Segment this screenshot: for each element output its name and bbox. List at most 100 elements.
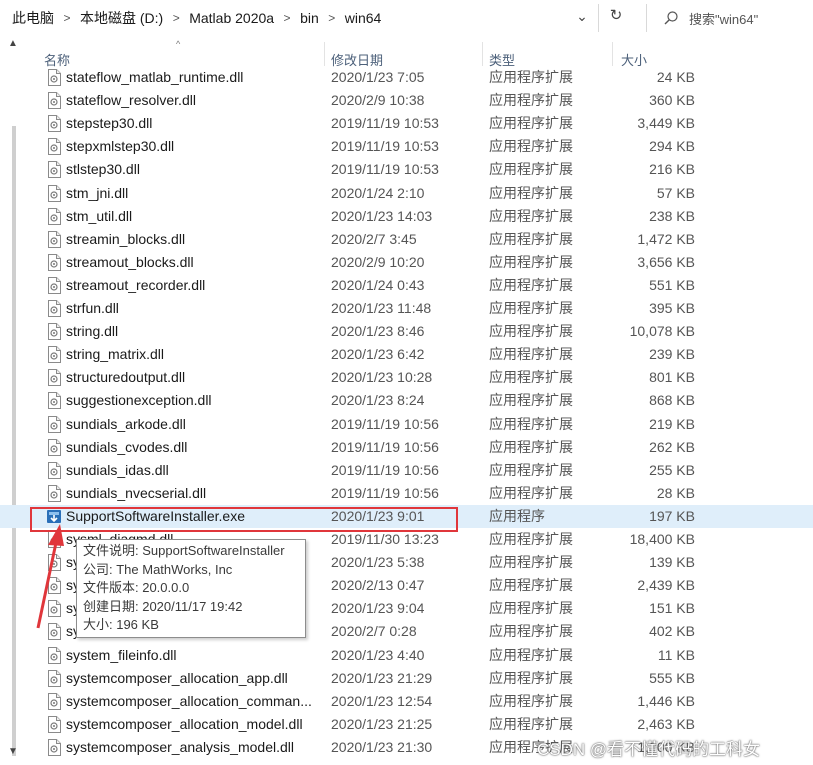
file-row[interactable]: stlstep30.dll 2019/11/19 10:53 应用程序扩展 216 K… — [0, 158, 813, 181]
sort-up-icon: ^ — [176, 39, 181, 49]
file-date: 2020/1/23 14:03 — [331, 207, 433, 224]
file-date: 2020/2/13 0:47 — [331, 577, 425, 594]
file-date: 2020/1/23 10:28 — [331, 369, 433, 386]
tooltip-description: 文件说明: SupportSoftwareInstaller — [83, 543, 285, 558]
file-row[interactable]: streamin_blocks.dll 2020/2/7 3:45 应用程序扩展 1,… — [0, 228, 813, 251]
dll-icon — [46, 323, 62, 341]
dll-icon — [46, 669, 62, 687]
tooltip-created: 创建日期: 2020/11/17 19:42 — [83, 598, 243, 614]
file-row[interactable]: structuredoutput.dll 2020/1/23 10:28 应用程序扩… — [0, 366, 813, 389]
file-date: 2019/11/19 10:53 — [331, 161, 439, 178]
file-row[interactable]: system_fileinfo.dll 2020/1/23 4:40 应用程序扩展 1… — [0, 644, 813, 667]
file-name: structuredoutput.dll — [66, 369, 186, 386]
file-name: strfun.dll — [66, 300, 119, 316]
file-row[interactable]: stepstep30.dll 2019/11/19 10:53 应用程序扩展 3,44… — [0, 112, 813, 135]
file-date: 2020/1/23 9:04 — [331, 600, 425, 617]
breadcrumb-bin[interactable]: bin — [298, 10, 321, 26]
dll-icon — [46, 276, 62, 294]
file-date: 2019/11/19 10:56 — [331, 484, 439, 501]
dll-icon — [46, 415, 62, 433]
dll-icon — [46, 138, 62, 156]
refresh-icon[interactable]: ↻ — [604, 6, 628, 28]
breadcrumb-matlab[interactable]: Matlab 2020a — [187, 10, 276, 26]
file-row[interactable]: string_matrix.dll 2020/1/23 6:42 应用程序扩展 239… — [0, 343, 813, 366]
dll-icon — [46, 207, 62, 225]
column-divider[interactable] — [482, 42, 483, 66]
file-row[interactable]: sundials_arkode.dll 2019/11/19 10:56 应用程序扩… — [0, 413, 813, 436]
file-size: 402 KB — [649, 623, 695, 640]
file-name: string.dll — [66, 323, 119, 340]
dll-icon — [46, 554, 62, 572]
file-date: 2020/1/23 12:54 — [331, 692, 433, 709]
breadcrumb-this-pc[interactable]: 此电脑 — [10, 8, 56, 28]
tooltip-size: 大小: 196 KB — [83, 617, 159, 632]
file-row[interactable]: strfun.dll 2020/1/23 11:48 应用程序扩展 395 KB — [0, 297, 813, 320]
file-size: 11 KB — [657, 646, 695, 663]
file-size: 57 KB — [656, 184, 695, 201]
dll-icon — [46, 738, 62, 756]
file-date: 2020/1/23 8:46 — [331, 323, 425, 340]
file-size: 360 KB — [649, 92, 695, 109]
file-row[interactable]: sundials_nvecserial.dll 2019/11/19 10:56 应… — [0, 482, 813, 505]
file-size: 10,078 KB — [629, 323, 695, 340]
dll-icon — [46, 392, 62, 410]
file-name: sundials_nvecserial.dll — [66, 484, 207, 501]
file-tooltip: 文件说明: SupportSoftwareInstaller 公司: The M… — [76, 539, 306, 638]
file-row[interactable]: systemcomposer_allocation_app.dll 2020/1/… — [0, 667, 813, 690]
dll-icon — [46, 600, 62, 618]
tooltip-company: 公司: The MathWorks, Inc — [83, 561, 233, 577]
file-row[interactable]: sundials_cvodes.dll 2019/11/19 10:56 应用程序扩… — [0, 436, 813, 459]
file-size: 1,446 KB — [637, 692, 695, 709]
file-date: 2020/1/23 21:29 — [331, 669, 433, 686]
file-name: systemcomposer_allocation_app.dll — [66, 669, 288, 686]
breadcrumb-drive-d[interactable]: 本地磁盘 (D:) — [78, 8, 165, 28]
file-date: 2020/2/7 3:45 — [331, 230, 417, 247]
file-row[interactable]: stateflow_matlab_runtime.dll 2020/1/23 7:… — [0, 66, 813, 89]
file-name: streamout_recorder.dll — [66, 276, 206, 293]
file-name: string_matrix.dll — [66, 346, 165, 363]
dll-icon — [46, 369, 62, 387]
address-bar[interactable]: 此电脑 > 本地磁盘 (D:) > Matlab 2020a > bin > w… — [0, 0, 813, 36]
column-divider[interactable] — [612, 42, 613, 66]
dll-icon — [46, 184, 62, 202]
file-row[interactable]: systemcomposer_allocation_comman... 2020/… — [0, 690, 813, 713]
scroll-up-icon[interactable]: ▲ — [8, 38, 18, 49]
chevron-right-icon[interactable]: > — [165, 11, 187, 25]
file-row[interactable]: streamout_blocks.dll 2020/2/9 10:20 应用程序扩展… — [0, 251, 813, 274]
dll-icon — [46, 300, 62, 317]
column-divider[interactable] — [324, 42, 325, 66]
file-row[interactable]: streamout_recorder.dll 2020/1/24 0:43 应用程序… — [0, 274, 813, 297]
file-name: stm_util.dll — [66, 207, 133, 224]
file-row[interactable]: stm_util.dll 2020/1/23 14:03 应用程序扩展 238 KB — [0, 205, 813, 228]
divider — [598, 4, 599, 32]
file-row[interactable]: string.dll 2020/1/23 8:46 应用程序扩展 10,078 KB — [0, 320, 813, 343]
chevron-right-icon[interactable]: > — [56, 11, 78, 25]
file-date: 2020/2/9 10:38 — [331, 92, 425, 109]
file-size: 238 KB — [649, 207, 695, 224]
file-date: 2020/1/23 7:05 — [331, 69, 425, 85]
file-row[interactable]: sundials_idas.dll 2019/11/19 10:56 应用程序扩展 2… — [0, 459, 813, 482]
file-row[interactable]: stm_jni.dll 2020/1/24 2:10 应用程序扩展 57 KB — [0, 182, 813, 205]
chevron-down-icon[interactable]: ⌄ — [570, 8, 594, 28]
file-name: streamin_blocks.dll — [66, 230, 186, 247]
file-size: 255 KB — [649, 461, 695, 478]
file-row[interactable]: systemcomposer_allocation_model.dll 2020/… — [0, 713, 813, 736]
file-row[interactable]: stepxmlstep30.dll 2019/11/19 10:53 应用程序扩展 2… — [0, 135, 813, 158]
file-size: 216 KB — [649, 161, 695, 178]
file-date: 2019/11/19 10:56 — [331, 461, 439, 478]
file-row[interactable]: suggestionexception.dll 2020/1/23 8:24 应用程… — [0, 389, 813, 412]
chevron-right-icon[interactable]: > — [321, 11, 343, 25]
file-date: 2019/11/19 10:56 — [331, 438, 439, 455]
file-date: 2020/1/23 6:42 — [331, 346, 425, 363]
file-size: 219 KB — [649, 415, 695, 432]
file-date: 2020/1/24 0:43 — [331, 276, 425, 293]
breadcrumb-win64[interactable]: win64 — [343, 10, 384, 26]
dll-icon — [46, 253, 62, 271]
file-date: 2020/2/7 0:28 — [331, 623, 417, 640]
dll-icon — [46, 623, 62, 641]
search-input[interactable]: 搜索"win64" — [689, 9, 758, 28]
dll-icon — [46, 461, 62, 479]
chevron-right-icon[interactable]: > — [276, 11, 298, 25]
file-row[interactable]: stateflow_resolver.dll 2020/2/9 10:38 应用程序… — [0, 89, 813, 112]
search-box[interactable]: 搜索"win64" — [646, 4, 813, 32]
